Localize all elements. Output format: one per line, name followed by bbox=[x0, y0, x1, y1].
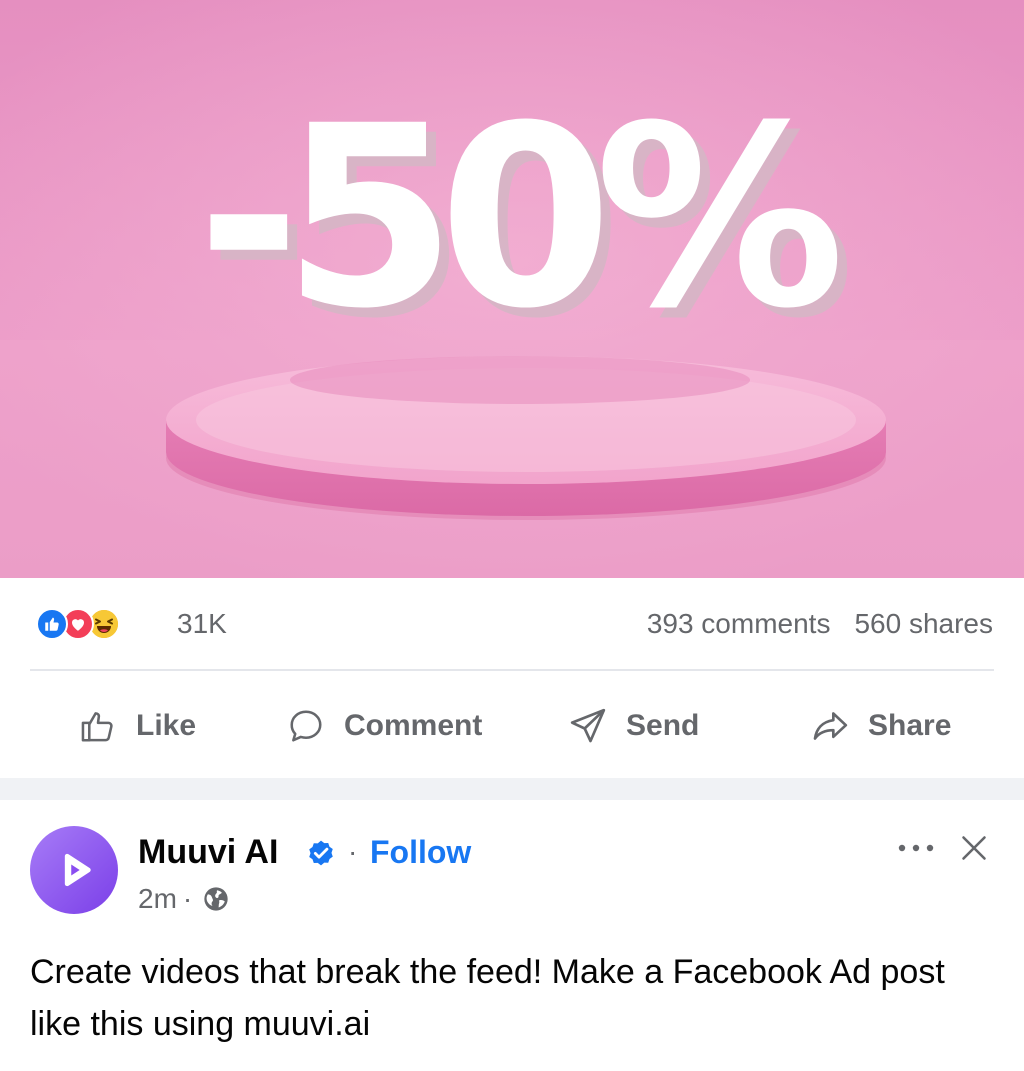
reaction-summary[interactable] bbox=[36, 608, 120, 640]
post-action-bar: Like Comment Send Share bbox=[0, 672, 1024, 778]
meta-separator: · bbox=[182, 883, 193, 914]
reaction-count[interactable]: 31K bbox=[177, 608, 227, 640]
comment-label: Comment bbox=[344, 709, 483, 742]
post-time[interactable]: 2m bbox=[138, 883, 177, 915]
like-button[interactable]: Like bbox=[78, 704, 196, 748]
close-icon bbox=[962, 836, 986, 860]
comment-bubble-icon bbox=[286, 706, 326, 746]
like-label: Like bbox=[136, 709, 197, 742]
post-meta: 2m · bbox=[138, 882, 230, 916]
page-avatar[interactable] bbox=[30, 826, 118, 914]
hide-post-button[interactable] bbox=[954, 828, 994, 868]
paper-plane-icon bbox=[568, 706, 608, 746]
play-logo-icon bbox=[64, 853, 91, 887]
engagement-counts: 393 comments 560 shares bbox=[647, 608, 993, 640]
share-button[interactable]: Share bbox=[810, 704, 951, 748]
share-label: Share bbox=[868, 709, 952, 742]
discount-text: -50% bbox=[197, 72, 838, 363]
shares-count[interactable]: 560 shares bbox=[854, 608, 993, 640]
comments-count[interactable]: 393 comments bbox=[647, 608, 831, 640]
stats-divider bbox=[30, 669, 994, 671]
comment-button[interactable]: Comment bbox=[286, 704, 482, 748]
more-options-button[interactable] bbox=[894, 830, 938, 866]
share-arrow-icon bbox=[810, 706, 850, 746]
feed-post: Muuvi AI · Follow 2m · Create videos tha… bbox=[0, 800, 1024, 1071]
discount-podium-illustration: -50% -50% bbox=[0, 0, 1024, 578]
ellipsis-icon bbox=[898, 844, 934, 852]
feed-separator bbox=[0, 778, 1024, 800]
like-reaction-icon bbox=[36, 608, 68, 640]
post-image[interactable]: -50% -50% bbox=[0, 0, 1024, 578]
globe-icon[interactable] bbox=[202, 885, 230, 913]
post-stats: 31K 393 comments 560 shares bbox=[0, 578, 1024, 670]
page-name[interactable]: Muuvi AI bbox=[138, 832, 278, 872]
thumbs-up-icon bbox=[78, 706, 118, 746]
name-separator: · bbox=[348, 836, 358, 867]
post-text: Create videos that break the feed! Make … bbox=[30, 953, 945, 1043]
verified-badge-icon bbox=[304, 836, 338, 870]
follow-button[interactable]: Follow bbox=[370, 832, 471, 872]
send-label: Send bbox=[626, 709, 700, 742]
send-button[interactable]: Send bbox=[568, 704, 699, 748]
